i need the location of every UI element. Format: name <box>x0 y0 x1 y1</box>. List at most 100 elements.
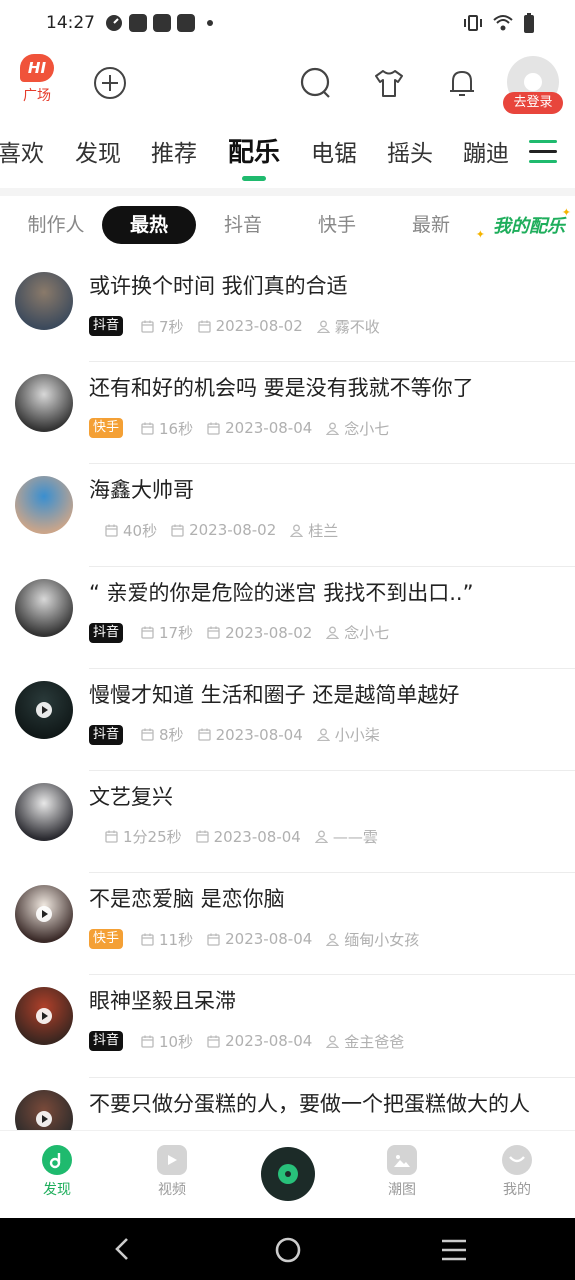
calendar-icon <box>105 830 118 844</box>
gauge-icon <box>106 15 122 31</box>
my-peiyue-button[interactable]: 我的配乐 <box>493 212 565 238</box>
source-badge: 抖音 <box>89 316 124 336</box>
nav-label: 我的 <box>503 1182 531 1198</box>
wifi-icon <box>493 15 513 31</box>
track-date: 2023-08-04 <box>213 827 301 846</box>
track-author: 桂兰 <box>308 521 339 540</box>
app-notification-icon <box>153 14 171 32</box>
subtab-producer[interactable]: 制作人 <box>10 206 102 244</box>
track-date: 2023-08-02 <box>225 623 313 642</box>
search-icon[interactable] <box>298 66 332 100</box>
track-title: 慢慢才知道 生活和圈子 还是越简单越好 <box>89 682 460 707</box>
tab-like[interactable]: 喜欢 <box>0 134 44 168</box>
list-item[interactable]: 或许换个时间 我们真的合适抖音 7秒 2023-08-02 霧不收 <box>0 260 575 363</box>
calendar-icon <box>105 524 118 537</box>
user-icon <box>326 422 340 435</box>
track-meta: 快手 11秒 2023-08-04 缅甸小女孩 <box>89 929 433 950</box>
app-notification-icon <box>177 14 195 32</box>
list-item[interactable]: 不是恋爱脑 是恋你脑 快手 11秒 2023-08-04 缅甸小女孩 <box>0 873 575 976</box>
track-thumbnail <box>15 782 73 841</box>
player-disc-button[interactable] <box>261 1147 315 1201</box>
track-thumbnail <box>15 476 73 535</box>
subtab-latest[interactable]: 最新 <box>386 206 476 244</box>
subtab-hottest[interactable]: 最热 <box>102 206 196 244</box>
track-thumbnail <box>15 374 73 433</box>
nav-mine[interactable]: 我的 <box>477 1145 557 1199</box>
notification-icons <box>105 14 213 32</box>
track-title: 还有和好的机会吗 要是没有我就不等你了 <box>89 376 474 401</box>
track-title: 文艺复兴 <box>89 784 173 809</box>
tab-discover[interactable]: 发现 <box>75 134 121 168</box>
tab-disco[interactable]: 蹦迪 <box>463 134 509 168</box>
calendar-icon <box>207 933 220 946</box>
user-icon <box>290 524 304 537</box>
track-duration: 40秒 <box>123 521 158 540</box>
nav-discover[interactable]: 发现 <box>17 1145 97 1199</box>
track-thumbnail <box>15 1089 73 1130</box>
list-item[interactable]: 不要只做分蛋糕的人，要做一个把蛋糕做大的人 <box>0 1078 575 1130</box>
track-meta: 抖音 8秒 2023-08-04 小小柒 <box>89 724 394 745</box>
list-item[interactable]: 眼神坚毅且呆滞 抖音 10秒 2023-08-04 金主爸爸 <box>0 975 575 1078</box>
track-duration: 11秒 <box>159 930 194 949</box>
track-date: 2023-08-02 <box>189 521 277 540</box>
track-date: 2023-08-04 <box>225 419 313 438</box>
category-tabs: 喜欢 发现 推荐 配乐 电锯 摇头 蹦迪 <box>0 124 575 182</box>
menu-icon[interactable] <box>529 140 557 164</box>
recents-icon[interactable] <box>440 1238 468 1262</box>
nav-video[interactable]: 视频 <box>132 1145 212 1199</box>
user-icon <box>316 728 330 742</box>
login-avatar[interactable]: 去登录 <box>503 56 563 114</box>
login-button[interactable]: 去登录 <box>503 92 563 114</box>
track-meta: 抖音 7秒 2023-08-02 霧不收 <box>89 316 394 336</box>
square-button[interactable]: HI 广场 <box>18 54 56 108</box>
track-duration: 8秒 <box>159 726 184 745</box>
list-item[interactable]: “ 亲爱的你是危险的迷宫 我找不到出口..” 抖音 17秒 2023-08-02 念小七 <box>0 567 575 669</box>
list-item[interactable]: 文艺复兴 1分25秒 2023-08-04 ——雲 <box>0 771 575 874</box>
add-icon[interactable] <box>93 66 127 100</box>
calendar-icon <box>141 728 154 741</box>
subtab-douyin[interactable]: 抖音 <box>198 206 288 244</box>
back-icon[interactable] <box>112 1236 132 1262</box>
play-icon <box>36 1008 52 1025</box>
active-tab-indicator <box>242 176 266 181</box>
track-meta: 1分25秒 2023-08-04 ——雲 <box>89 827 392 847</box>
video-icon <box>157 1145 187 1175</box>
list-item[interactable]: 慢慢才知道 生活和圈子 还是越简单越好抖音 8秒 2023-08-04 小小柒 <box>0 669 575 771</box>
source-badge: 快手 <box>89 929 124 950</box>
list-item[interactable]: 海鑫大帅哥 40秒 2023-08-02 桂兰 <box>0 464 575 567</box>
track-title: “ 亲爱的你是危险的迷宫 我找不到出口..” <box>89 580 474 605</box>
track-title: 海鑫大帅哥 <box>89 478 194 503</box>
hi-icon: HI <box>20 54 54 82</box>
track-author: 缅甸小女孩 <box>344 930 420 949</box>
track-title: 或许换个时间 我们真的合适 <box>89 274 348 298</box>
play-icon <box>36 1110 52 1127</box>
tshirt-icon[interactable] <box>372 66 406 100</box>
track-meta: 40秒 2023-08-02 桂兰 <box>89 520 352 540</box>
tab-recommend[interactable]: 推荐 <box>151 134 197 168</box>
bell-icon[interactable] <box>445 66 479 100</box>
subtab-kuaishou[interactable]: 快手 <box>292 206 382 244</box>
track-date: 2023-08-04 <box>225 1032 313 1051</box>
tab-peiyue[interactable]: 配乐 <box>228 132 280 169</box>
track-thumbnail <box>15 680 73 739</box>
tab-headshake[interactable]: 摇头 <box>387 134 433 168</box>
play-icon <box>36 701 52 718</box>
track-meta: 抖音 17秒 2023-08-02 念小七 <box>89 622 403 643</box>
track-duration: 16秒 <box>159 419 194 438</box>
tab-chainsaw[interactable]: 电锯 <box>311 134 357 168</box>
list-item[interactable]: 还有和好的机会吗 要是没有我就不等你了 快手 16秒 2023-08-04 念小七 <box>0 362 575 465</box>
source-badge: 抖音 <box>89 622 124 643</box>
source-badge: 抖音 <box>89 1031 124 1052</box>
calendar-icon <box>141 422 154 435</box>
track-duration: 17秒 <box>159 624 194 643</box>
status-bar: 14:27 <box>0 0 575 46</box>
home-icon[interactable] <box>274 1236 302 1264</box>
play-icon <box>36 906 52 923</box>
user-icon <box>316 320 330 333</box>
music-list: 或许换个时间 我们真的合适抖音 7秒 2023-08-02 霧不收还有和好的机会吗 要… <box>0 260 575 1130</box>
image-icon <box>387 1145 417 1175</box>
track-author: 金主爸爸 <box>344 1032 405 1051</box>
track-title: 不是恋爱脑 是恋你脑 <box>89 887 285 912</box>
nav-trend-image[interactable]: 潮图 <box>362 1145 442 1199</box>
battery-icon <box>524 13 534 33</box>
